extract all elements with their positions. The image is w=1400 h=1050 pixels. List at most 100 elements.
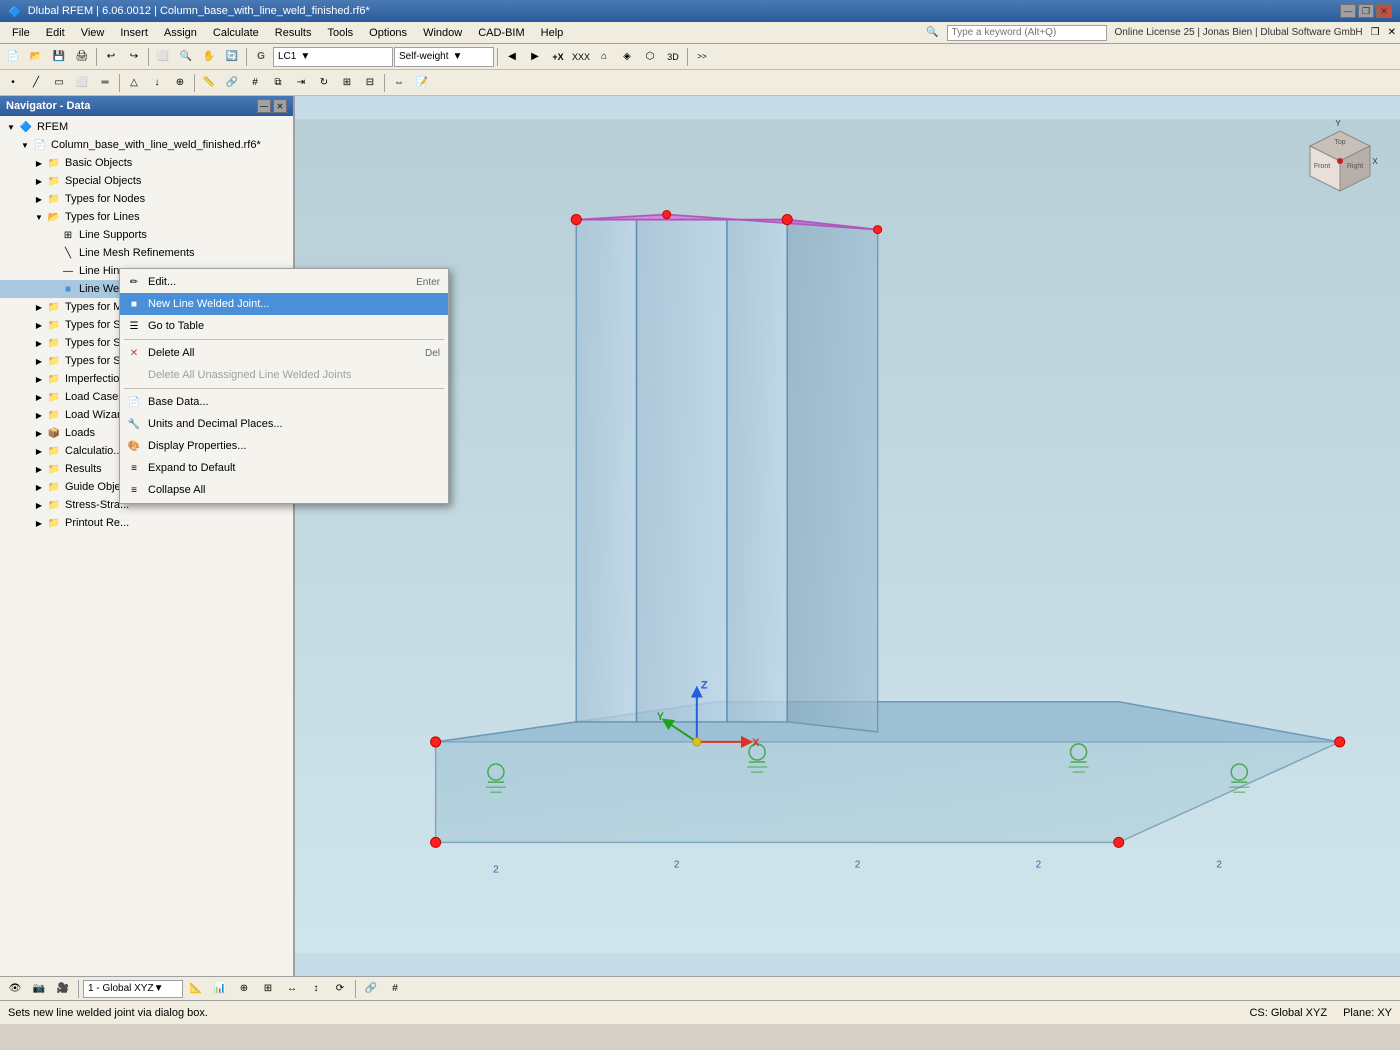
- menu-view[interactable]: View: [73, 25, 113, 41]
- measure-btn[interactable]: 📏: [198, 72, 220, 94]
- ctx-delete-all[interactable]: ✕ Delete All Del: [120, 342, 448, 364]
- menu-options[interactable]: Options: [361, 25, 415, 41]
- close-menu-icon[interactable]: ✕: [1388, 27, 1396, 38]
- nav-prev-btn[interactable]: ◀: [501, 46, 523, 68]
- tree-line-supports[interactable]: ⊞ Line Supports: [0, 226, 293, 244]
- tree-basic-objects[interactable]: ▶ 📁 Basic Objects: [0, 154, 293, 172]
- menu-calculate[interactable]: Calculate: [205, 25, 267, 41]
- context-menu[interactable]: ✏ Edit... Enter ■ New Line Welded Joint.…: [119, 268, 449, 504]
- member-btn[interactable]: ═: [94, 72, 116, 94]
- coord-system-dropdown[interactable]: 1 - Global XYZ ▼: [83, 980, 183, 998]
- constraint-btn[interactable]: ⊕: [169, 72, 191, 94]
- pan-btn[interactable]: ✋: [198, 46, 220, 68]
- bt-toolbar-btn4[interactable]: ⊞: [257, 978, 279, 1000]
- rotate-btn[interactable]: 🔄: [221, 46, 243, 68]
- view-cube[interactable]: Y X Top Front Right: [1290, 116, 1380, 206]
- ctx-base-data[interactable]: 📄 Base Data...: [120, 391, 448, 413]
- copy-btn[interactable]: ⧉: [267, 72, 289, 94]
- menu-window[interactable]: Window: [415, 25, 470, 41]
- menu-file[interactable]: File: [4, 25, 38, 41]
- restore-button[interactable]: ❐: [1358, 4, 1374, 18]
- open-btn[interactable]: 📂: [25, 46, 47, 68]
- minimize-button[interactable]: —: [1340, 4, 1356, 18]
- bt-grid2-btn[interactable]: #: [384, 978, 406, 1000]
- new-file-btn[interactable]: 📄: [2, 46, 24, 68]
- keyword-search[interactable]: [947, 25, 1107, 41]
- tree-printout[interactable]: ▶ 📁 Printout Re...: [0, 514, 293, 532]
- camera-btn[interactable]: 📷: [28, 978, 50, 1000]
- snap-btn[interactable]: 🔗: [221, 72, 243, 94]
- load-btn[interactable]: ↓: [146, 72, 168, 94]
- tree-types-nodes[interactable]: ▶ 📁 Types for Nodes: [0, 190, 293, 208]
- loadtype-dropdown[interactable]: Self-weight ▼: [394, 47, 494, 67]
- tree-file[interactable]: ▼ 📄 Column_base_with_line_weld_finished.…: [0, 136, 293, 154]
- view3d-btn[interactable]: 3D: [662, 46, 684, 68]
- ctx-go-to-table[interactable]: ☰ Go to Table: [120, 315, 448, 337]
- dimension-btn[interactable]: ⇔: [388, 72, 410, 94]
- bt-toolbar-btn3[interactable]: ⊕: [233, 978, 255, 1000]
- wireframe-btn[interactable]: ◈: [616, 46, 638, 68]
- annotation-btn[interactable]: 📝: [411, 72, 433, 94]
- menu-tools[interactable]: Tools: [319, 25, 361, 41]
- menu-edit[interactable]: Edit: [38, 25, 73, 41]
- move-btn[interactable]: ⇥: [290, 72, 312, 94]
- bt-toolbar-btn6[interactable]: ↕: [305, 978, 327, 1000]
- viewport[interactable]: 2 2 2 2 2 X Y Z: [295, 96, 1400, 976]
- ctx-edit[interactable]: ✏ Edit... Enter: [120, 271, 448, 293]
- undo-btn[interactable]: ↩: [100, 46, 122, 68]
- lc-dropdown[interactable]: LC1 ▼: [273, 47, 393, 67]
- save-btn[interactable]: 💾: [48, 46, 70, 68]
- tree-types-lines[interactable]: ▼ 📂 Types for Lines: [0, 208, 293, 226]
- video-btn[interactable]: 🎥: [52, 978, 74, 1000]
- ctx-collapse-all[interactable]: ≡ Collapse All: [120, 479, 448, 501]
- restore-icon[interactable]: ❐: [1371, 27, 1380, 38]
- grid-btn[interactable]: #: [244, 72, 266, 94]
- tree-root-rfem[interactable]: ▼ 🔷 RFEM: [0, 118, 293, 136]
- node-btn[interactable]: •: [2, 72, 24, 94]
- bt-sep1: [78, 980, 79, 998]
- menu-insert[interactable]: Insert: [112, 25, 156, 41]
- close-button[interactable]: ✕: [1376, 4, 1392, 18]
- navigator-header-controls[interactable]: — ✕: [257, 99, 287, 113]
- nav-minimize-btn[interactable]: —: [257, 99, 271, 113]
- view-x-btn[interactable]: +X: [547, 46, 569, 68]
- nav-next-btn[interactable]: ▶: [524, 46, 546, 68]
- tree-special-objects[interactable]: ▶ 📁 Special Objects: [0, 172, 293, 190]
- folder-icon-15: 📁: [46, 497, 62, 513]
- coord-system-label: 1 - Global XYZ: [88, 983, 154, 994]
- more-btn[interactable]: >>: [691, 46, 713, 68]
- solid-btn[interactable]: ⬡: [639, 46, 661, 68]
- solid-obj-btn[interactable]: ⬜: [71, 72, 93, 94]
- bt-toolbar-btn2[interactable]: 📊: [209, 978, 231, 1000]
- bt-toolbar-btn1[interactable]: 📐: [185, 978, 207, 1000]
- print-btn[interactable]: 🖨: [71, 46, 93, 68]
- bt-toolbar-btn7[interactable]: ⟳: [329, 978, 351, 1000]
- nav-close-btn[interactable]: ✕: [273, 99, 287, 113]
- tree-label-17: Calculatio...: [65, 445, 122, 457]
- support-btn[interactable]: △: [123, 72, 145, 94]
- view-icon-btn[interactable]: 👁: [4, 978, 26, 1000]
- menu-help[interactable]: Help: [533, 25, 572, 41]
- zoom-btn[interactable]: 🔍: [175, 46, 197, 68]
- menu-assign[interactable]: Assign: [156, 25, 205, 41]
- menu-cadbim[interactable]: CAD-BIM: [470, 25, 532, 41]
- surface-btn[interactable]: ▭: [48, 72, 70, 94]
- ctx-units[interactable]: 🔧 Units and Decimal Places...: [120, 413, 448, 435]
- rotate2-btn[interactable]: ↻: [313, 72, 335, 94]
- ctx-expand-default[interactable]: ≡ Expand to Default: [120, 457, 448, 479]
- filter-btn[interactable]: G: [250, 46, 272, 68]
- redo-btn[interactable]: ↪: [123, 46, 145, 68]
- mirror-btn[interactable]: ⊞: [336, 72, 358, 94]
- tree-line-mesh[interactable]: ╲ Line Mesh Refinements: [0, 244, 293, 262]
- bt-snap-btn[interactable]: 🔗: [360, 978, 382, 1000]
- line-btn[interactable]: ╱: [25, 72, 47, 94]
- titlebar-controls[interactable]: — ❐ ✕: [1340, 4, 1392, 18]
- ctx-display-props[interactable]: 🎨 Display Properties...: [120, 435, 448, 457]
- home-btn[interactable]: ⌂: [593, 46, 615, 68]
- select-btn[interactable]: ⬜: [152, 46, 174, 68]
- extrude-btn[interactable]: ⊟: [359, 72, 381, 94]
- view-y-btn[interactable]: XXX: [570, 46, 592, 68]
- bt-toolbar-btn5[interactable]: ↔: [281, 978, 303, 1000]
- ctx-new-line-welded[interactable]: ■ New Line Welded Joint...: [120, 293, 448, 315]
- menu-results[interactable]: Results: [267, 25, 320, 41]
